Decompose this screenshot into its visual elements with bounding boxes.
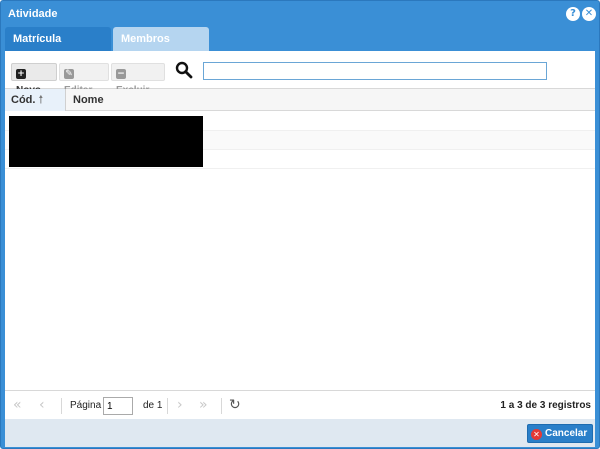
records-info: 1 a 3 de 3 registros xyxy=(500,400,591,411)
separator xyxy=(61,398,62,414)
plus-icon: + xyxy=(16,69,26,79)
atividade-dialog: Atividade ? ✕ Matrícula Atividade Membro… xyxy=(0,0,600,449)
search-input[interactable] xyxy=(203,62,547,80)
pagination-bar: « ‹ Página de 1 › » ↻ 1 a 3 de 3 registr… xyxy=(5,390,595,419)
close-icon[interactable]: ✕ xyxy=(582,7,596,21)
cancel-label: Cancelar xyxy=(545,428,588,439)
page-label: Página xyxy=(70,400,102,411)
dialog-footer: ✕ Cancelar xyxy=(5,419,595,447)
tab-bar: Matrícula Atividade Membros Banca xyxy=(5,27,595,69)
title-bar: Atividade ? ✕ xyxy=(1,1,599,27)
tab-membros-banca[interactable]: Membros Banca xyxy=(113,27,209,69)
last-page-icon[interactable]: » xyxy=(199,398,208,412)
first-page-icon[interactable]: « xyxy=(13,398,22,412)
next-page-icon[interactable]: › xyxy=(177,398,183,412)
column-header-nome[interactable]: Nome xyxy=(67,89,104,111)
cancel-icon: ✕ xyxy=(531,429,542,440)
search-icon[interactable] xyxy=(175,61,193,79)
grid-header: Cód. 🠕 Nome xyxy=(5,89,595,111)
column-header-cod[interactable]: Cód. 🠕 xyxy=(5,89,66,111)
refresh-icon[interactable]: ↻ xyxy=(229,398,241,412)
column-cod-label: Cód. xyxy=(11,94,36,106)
sort-ascending-icon: 🠕 xyxy=(38,93,44,106)
toolbar: +Novo ✎Editar −Excluir xyxy=(5,51,595,96)
page-count-label: de 1 xyxy=(143,400,163,411)
window-title: Atividade xyxy=(8,8,58,20)
redaction-block xyxy=(9,116,203,167)
separator xyxy=(221,398,222,414)
tab-matricula-atividade[interactable]: Matrícula Atividade xyxy=(5,27,111,69)
prev-page-icon[interactable]: ‹ xyxy=(39,398,45,412)
edit-icon: ✎ xyxy=(64,69,74,79)
grid-body xyxy=(5,112,595,390)
tab-content: +Novo ✎Editar −Excluir Cód.🠕 Nome xyxy=(5,51,595,419)
excluir-button[interactable]: −Excluir xyxy=(111,63,165,96)
editar-button[interactable]: ✎Editar xyxy=(59,63,109,96)
page-number-input[interactable] xyxy=(103,397,133,415)
cancel-button[interactable]: ✕ Cancelar xyxy=(527,424,593,443)
separator xyxy=(167,398,168,414)
novo-button[interactable]: +Novo xyxy=(11,63,57,96)
minus-icon: − xyxy=(116,69,126,79)
column-nome-label: Nome xyxy=(73,94,104,106)
help-icon[interactable]: ? xyxy=(566,7,580,21)
